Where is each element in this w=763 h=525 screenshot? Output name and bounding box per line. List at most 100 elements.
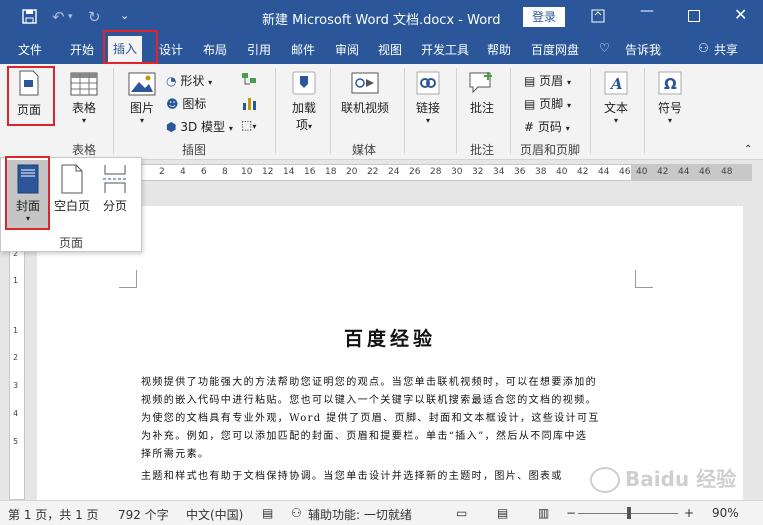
text-button[interactable]: A 文本 ▾ xyxy=(598,70,634,125)
tab-view[interactable]: 视图 xyxy=(378,41,402,58)
ruler-tick: 34 xyxy=(493,167,505,177)
separator xyxy=(590,68,591,154)
tab-developer[interactable]: 开发工具 xyxy=(421,41,469,58)
3d-model-label: 3D 模型 xyxy=(180,120,226,134)
baidu-watermark-logo: Baidu 经验 xyxy=(590,467,736,493)
customize-qat-icon[interactable]: ⌄ xyxy=(120,9,129,22)
share-icon[interactable]: ⚇ xyxy=(698,41,709,55)
icons-button[interactable]: ☻ 图标 xyxy=(166,95,206,112)
tell-me-search[interactable]: 告诉我 xyxy=(625,41,661,58)
tab-baidu-netdisk[interactable]: 百度网盘 xyxy=(531,41,579,58)
symbols-label: 符号 xyxy=(657,101,682,115)
3d-model-button[interactable]: ⬢ 3D 模型 ▾ xyxy=(166,118,233,135)
svg-text:Ω: Ω xyxy=(664,75,677,93)
close-icon[interactable]: ✕ xyxy=(734,5,747,24)
omega-icon: Ω xyxy=(658,71,682,95)
document-line: 视频的嵌入代码中进行粘贴。您也可以键入一个关键字以联机搜索最适合您的文档的视频。 xyxy=(141,395,597,406)
accessibility-icon[interactable]: ⚇ xyxy=(291,506,302,520)
print-layout-icon[interactable]: ▤ xyxy=(497,506,508,520)
header-button[interactable]: ▤ 页眉 ▾ xyxy=(524,72,571,89)
smartart-icon[interactable] xyxy=(241,72,257,88)
ribbon-display-icon[interactable] xyxy=(591,9,605,23)
chart-icon[interactable] xyxy=(241,95,257,111)
blank-page-icon xyxy=(61,164,83,194)
undo-icon[interactable]: ↶ xyxy=(52,8,65,26)
ruler-tick: 38 xyxy=(535,167,547,177)
web-layout-icon[interactable]: ▥ xyxy=(538,506,549,520)
title-bar: ↶ ▾ ↻ ⌄ 新建 Microsoft Word 文档.docx - Word… xyxy=(0,0,763,34)
save-icon[interactable] xyxy=(22,9,37,24)
tab-file[interactable]: 文件 xyxy=(18,41,42,58)
word-count[interactable]: 792 个字 xyxy=(118,506,169,523)
separator xyxy=(113,68,114,154)
shapes-button[interactable]: ◔ 形状 ▾ xyxy=(166,72,212,89)
links-button[interactable]: 链接 ▾ xyxy=(410,70,446,125)
ruler-tick: 2 xyxy=(159,167,165,177)
document-heading: 百度经验 xyxy=(343,328,436,350)
read-mode-icon[interactable]: ▭ xyxy=(456,506,467,520)
picture-label: 图片 xyxy=(129,101,154,115)
blank-page-button[interactable]: 空白页 xyxy=(52,164,92,214)
macro-icon[interactable]: ▤ xyxy=(262,506,273,520)
page-number-button[interactable]: # 页码 ▾ xyxy=(524,118,570,135)
zoom-out-icon[interactable]: − xyxy=(566,506,576,520)
tab-references[interactable]: 引用 xyxy=(247,41,271,58)
icons-label: 图标 xyxy=(182,97,207,111)
zoom-level[interactable]: 90% xyxy=(712,506,739,520)
share-button[interactable]: 共享 xyxy=(714,41,738,58)
ruler-tick: 42 xyxy=(657,167,669,177)
online-video-label: 联机视频 xyxy=(340,101,389,115)
ruler-tick: 1 xyxy=(13,276,19,285)
tab-design[interactable]: 设计 xyxy=(159,41,183,58)
text-dropdown-icon: ▾ xyxy=(613,116,618,125)
tab-mailings[interactable]: 邮件 xyxy=(291,41,315,58)
ruler-tick: 6 xyxy=(201,167,207,177)
ruler-tick: 26 xyxy=(409,167,421,177)
zoom-in-icon[interactable]: + xyxy=(684,506,694,520)
separator xyxy=(275,68,276,154)
tab-home[interactable]: 开始 xyxy=(70,41,94,58)
undo-dropdown-icon[interactable]: ▾ xyxy=(68,12,73,22)
online-video-button[interactable]: 联机视频 xyxy=(336,70,394,116)
footer-icon: ▤ xyxy=(524,97,536,111)
login-button[interactable]: 登录 xyxy=(523,7,565,27)
collapse-ribbon-icon[interactable]: ⌃ xyxy=(744,144,752,155)
picture-button[interactable]: 图片 ▾ xyxy=(124,72,160,125)
page-break-button[interactable]: 分页 xyxy=(97,164,133,214)
zoom-slider-thumb[interactable] xyxy=(627,507,631,519)
screenshot-button[interactable]: ⬚▾ xyxy=(241,118,256,132)
ribbon: 页面 表格 ▾ 表格 图片 ▾ ◔ 形状 ▾ ☻ 图标 ⬢ 3D 模型 ▾ ⬚▾… xyxy=(0,64,763,160)
tab-help[interactable]: 帮助 xyxy=(487,41,511,58)
language-status[interactable]: 中文(中国) xyxy=(186,506,243,523)
ruler-tick: 20 xyxy=(346,167,358,177)
addins-label-row: 项▾ xyxy=(286,116,322,133)
footer-label: 页脚 xyxy=(539,97,564,111)
dropdown-group-label: 页面 xyxy=(58,236,83,250)
table-button[interactable]: 表格 ▾ xyxy=(66,72,102,125)
3d-model-dropdown-icon: ▾ xyxy=(228,124,233,133)
maximize-icon[interactable] xyxy=(688,10,700,22)
comment-button[interactable]: 批注 xyxy=(464,70,500,116)
shapes-icon: ◔ xyxy=(166,74,177,88)
ruler-tick: 36 xyxy=(514,167,526,177)
accessibility-status[interactable]: 辅助功能: 一切就绪 xyxy=(308,506,412,523)
document-line: 视频提供了功能强大的方法帮助您证明您的观点。当您单击联机视频时，可以在想要添加的 xyxy=(141,377,597,388)
addins-button[interactable]: 加载 项▾ xyxy=(286,70,322,133)
ruler-tick: 44 xyxy=(678,167,690,177)
insert-tab-highlight xyxy=(103,30,158,64)
minimize-icon[interactable]: — xyxy=(640,3,654,19)
shapes-label: 形状 xyxy=(180,74,205,88)
horizontal-ruler[interactable]: 2 4 6 8 10 12 14 16 18 20 22 24 26 28 30… xyxy=(120,164,752,181)
ruler-tick: 18 xyxy=(325,167,337,177)
tab-layout[interactable]: 布局 xyxy=(203,41,227,58)
document-page[interactable]: 百度经验 视频提供了功能强大的方法帮助您证明您的观点。当您单击联机视频时，可以在… xyxy=(37,206,743,500)
document-line: 为补充。例如，您可以添加匹配的封面、页眉和提要栏。单击“插入”，然后从不同库中选 xyxy=(141,431,588,442)
page-count[interactable]: 第 1 页，共 1 页 xyxy=(8,506,99,523)
symbols-button[interactable]: Ω 符号 ▾ xyxy=(652,70,688,125)
header-label: 页眉 xyxy=(539,74,564,88)
separator xyxy=(510,68,511,154)
redo-icon[interactable]: ↻ xyxy=(88,8,101,26)
footer-button[interactable]: ▤ 页脚 ▾ xyxy=(524,95,571,112)
tab-review[interactable]: 审阅 xyxy=(335,41,359,58)
margin-corner-top-left xyxy=(119,270,137,288)
